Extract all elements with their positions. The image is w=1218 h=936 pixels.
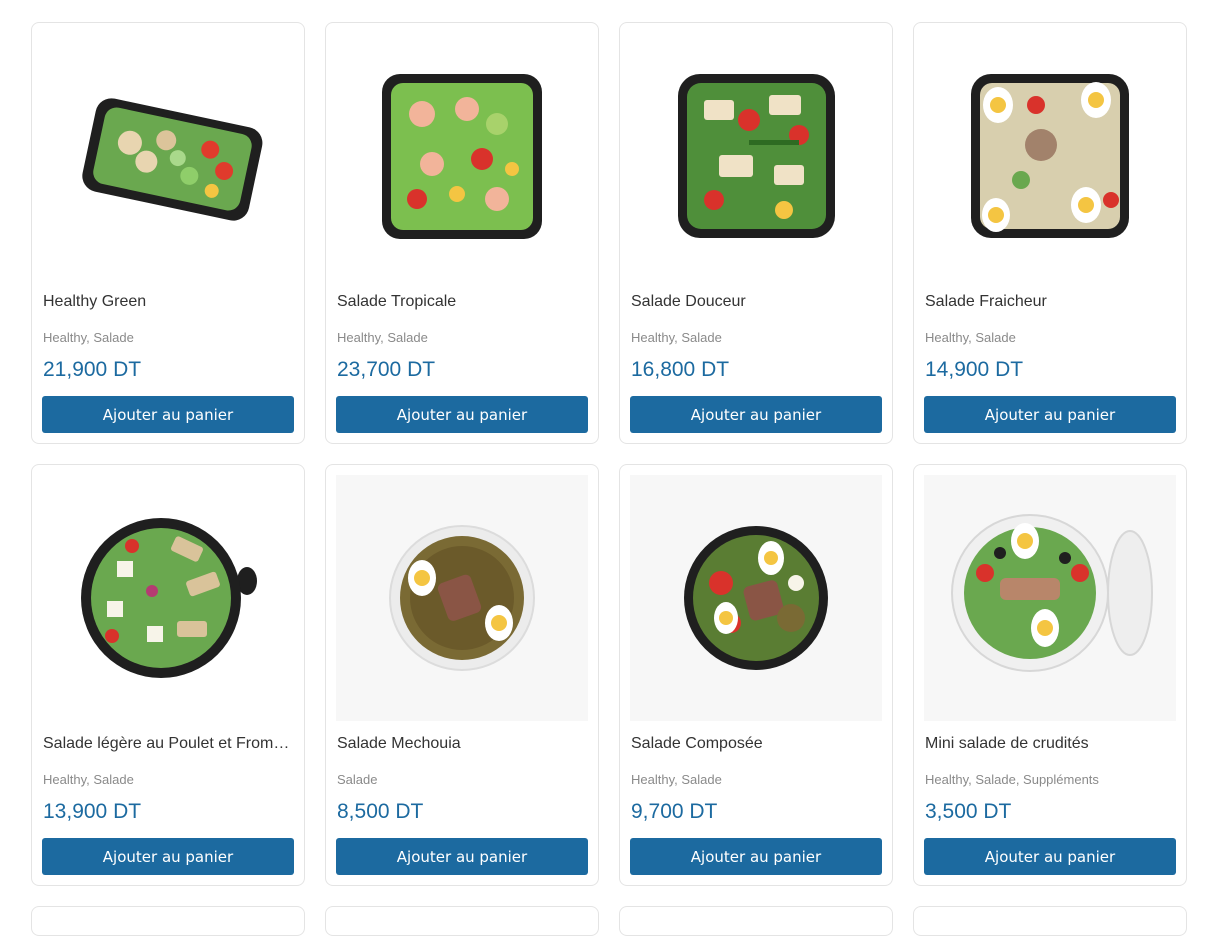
- product-price: 16,800 DT: [631, 358, 730, 381]
- product-title[interactable]: Salade légère au Poulet et Fromage: [43, 735, 294, 753]
- product-title[interactable]: Mini salade de crudités: [925, 735, 1176, 753]
- salad-tray-icon: [382, 73, 542, 239]
- product-title[interactable]: Salade Composée: [631, 735, 882, 753]
- product-card[interactable]: Salade Mechouia Salade 8,500 DT Ajouter …: [325, 464, 599, 886]
- product-card-partial: [619, 906, 893, 936]
- product-title[interactable]: Salade Fraicheur: [925, 293, 1176, 311]
- product-price: 9,700 DT: [631, 800, 718, 823]
- product-categories: Salade: [337, 772, 378, 787]
- product-card-partial: [913, 906, 1187, 936]
- add-to-cart-button[interactable]: Ajouter au panier: [924, 838, 1176, 875]
- product-card[interactable]: Mini salade de crudités Healthy, Salade,…: [913, 464, 1187, 886]
- add-to-cart-button[interactable]: Ajouter au panier: [42, 396, 294, 433]
- add-to-cart-button[interactable]: Ajouter au panier: [42, 838, 294, 875]
- product-card[interactable]: Healthy Green Healthy, Salade 21,900 DT …: [31, 22, 305, 444]
- product-categories: Healthy, Salade: [43, 772, 134, 787]
- add-to-cart-button[interactable]: Ajouter au panier: [924, 396, 1176, 433]
- product-title[interactable]: Salade Douceur: [631, 293, 882, 311]
- product-categories: Healthy, Salade: [925, 330, 1016, 345]
- salad-bowl-icon: [81, 517, 257, 678]
- add-to-cart-button[interactable]: Ajouter au panier: [630, 396, 882, 433]
- product-categories: Healthy, Salade: [43, 330, 134, 345]
- add-to-cart-button[interactable]: Ajouter au panier: [630, 838, 882, 875]
- product-title[interactable]: Salade Mechouia: [337, 735, 588, 753]
- product-card[interactable]: Salade Douceur Healthy, Salade 16,800 DT…: [619, 22, 893, 444]
- product-categories: Healthy, Salade: [631, 330, 722, 345]
- product-price: 21,900 DT: [43, 358, 142, 381]
- product-card[interactable]: Salade légère au Poulet et Fromage Healt…: [31, 464, 305, 886]
- product-categories: Healthy, Salade: [631, 772, 722, 787]
- product-categories: Healthy, Salade, Suppléments: [925, 772, 1099, 787]
- product-image[interactable]: [336, 475, 588, 721]
- product-card-partial: [31, 906, 305, 936]
- product-categories: Healthy, Salade: [337, 330, 428, 345]
- product-card[interactable]: Salade Composée Healthy, Salade 9,700 DT…: [619, 464, 893, 886]
- product-card-partial: [325, 906, 599, 936]
- product-card[interactable]: Salade Tropicale Healthy, Salade 23,700 …: [325, 22, 599, 444]
- product-image[interactable]: [42, 33, 294, 279]
- product-card[interactable]: Salade Fraicheur Healthy, Salade 14,900 …: [913, 22, 1187, 444]
- product-image[interactable]: [630, 475, 882, 721]
- product-image[interactable]: [630, 33, 882, 279]
- add-to-cart-button[interactable]: Ajouter au panier: [336, 838, 588, 875]
- product-image[interactable]: [924, 475, 1176, 721]
- product-price: 13,900 DT: [43, 800, 142, 823]
- salad-bowl-icon: [951, 514, 1153, 672]
- salad-tray-icon: [677, 74, 835, 238]
- product-grid: Healthy Green Healthy, Salade 21,900 DT …: [31, 22, 1187, 886]
- salad-bowl-icon: [389, 525, 535, 671]
- product-title[interactable]: Healthy Green: [43, 293, 294, 311]
- product-price: 3,500 DT: [925, 800, 1012, 823]
- product-image[interactable]: [924, 33, 1176, 279]
- salad-tray-icon: [971, 74, 1129, 238]
- product-title[interactable]: Salade Tropicale: [337, 293, 588, 311]
- product-image[interactable]: [42, 475, 294, 721]
- salad-tray-icon: [82, 98, 263, 221]
- product-image[interactable]: [336, 33, 588, 279]
- product-price: 8,500 DT: [337, 800, 424, 823]
- add-to-cart-button[interactable]: Ajouter au panier: [336, 396, 588, 433]
- product-price: 14,900 DT: [925, 358, 1024, 381]
- product-price: 23,700 DT: [337, 358, 436, 381]
- salad-bowl-icon: [684, 526, 828, 670]
